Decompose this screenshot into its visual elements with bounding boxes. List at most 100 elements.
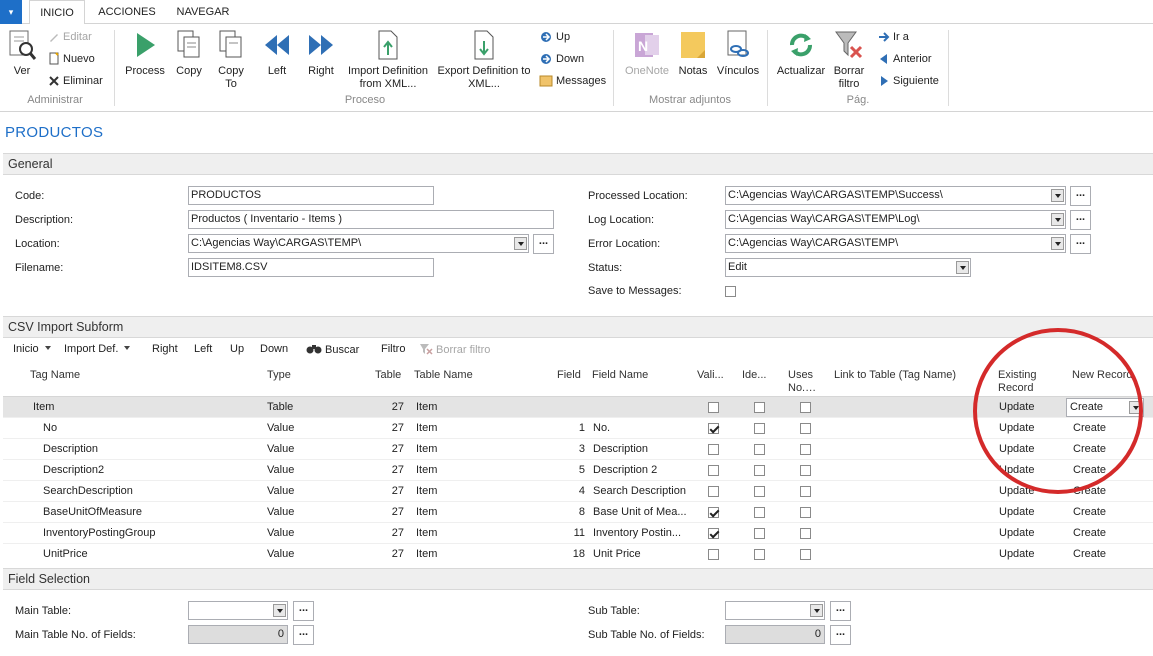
eliminar-button[interactable]: Eliminar [48,74,103,90]
vinculos-button[interactable]: Vínculos [716,29,760,78]
sub-table-nfields-lookup-button[interactable]: ... [830,625,851,645]
identify-checkbox[interactable] [754,486,765,497]
uses-no-series-checkbox[interactable] [800,528,811,539]
chevron-down-icon[interactable] [273,604,286,617]
table-name-cell[interactable]: Item [416,401,437,413]
table-no-cell[interactable]: 27 [358,464,404,476]
table-row[interactable]: InventoryPostingGroup Value 27 Item 11 Invent… [3,523,1153,544]
down-button[interactable]: Down [539,52,584,68]
subform-right-button[interactable]: Right [152,343,178,355]
col-type[interactable]: Type [267,369,291,382]
tab-navegar[interactable]: NAVEGAR [170,0,236,24]
identify-checkbox[interactable] [754,402,765,413]
subform-left-button[interactable]: Left [194,343,212,355]
field-no-cell[interactable]: 1 [543,422,585,434]
identify-checkbox[interactable] [754,465,765,476]
chevron-down-icon[interactable] [810,604,823,617]
col-uses-no[interactable]: Uses No.… [788,369,824,395]
error-location-field[interactable]: C:\Agencias Way\CARGAS\TEMP\ [725,234,1066,253]
log-location-field[interactable]: C:\Agencias Way\CARGAS\TEMP\Log\ [725,210,1066,229]
table-no-cell[interactable]: 27 [358,422,404,434]
chevron-down-icon[interactable] [1051,213,1064,226]
messages-button[interactable]: Messages [539,74,606,90]
col-identify[interactable]: Ide... [742,369,766,382]
tag-name-cell[interactable]: InventoryPostingGroup [43,527,156,539]
validate-checkbox[interactable] [708,528,719,539]
field-no-cell[interactable]: 8 [543,506,585,518]
import-definition-button[interactable]: Import Definition from XML... [344,29,432,91]
main-table-nfields-lookup-button[interactable]: ... [293,625,314,645]
type-cell[interactable]: Value [267,422,294,434]
table-no-cell[interactable]: 27 [358,401,404,413]
col-table[interactable]: Table [375,369,401,382]
field-name-cell[interactable]: Search Description [593,485,686,497]
tag-name-cell[interactable]: SearchDescription [43,485,133,497]
tag-name-cell[interactable]: Description2 [43,464,104,476]
borrar-filtro-button[interactable]: Borrar filtro [830,29,868,91]
uses-no-series-checkbox[interactable] [800,465,811,476]
validate-checkbox[interactable] [708,444,719,455]
table-no-cell[interactable]: 27 [358,485,404,497]
notas-button[interactable]: Notas [676,29,710,78]
table-name-cell[interactable]: Item [416,422,437,434]
col-tag-name[interactable]: Tag Name [30,369,80,382]
subform-filtro-button[interactable]: Filtro [381,343,405,355]
uses-no-series-checkbox[interactable] [800,423,811,434]
field-no-cell[interactable]: 11 [543,527,585,539]
left-button[interactable]: Left [258,29,296,78]
identify-checkbox[interactable] [754,549,765,560]
table-row[interactable]: BaseUnitOfMeasure Value 27 Item 8 Base Unit o… [3,502,1153,523]
location-lookup-button[interactable]: ... [533,234,554,254]
validate-checkbox[interactable] [708,486,719,497]
identify-checkbox[interactable] [754,507,765,518]
uses-no-series-checkbox[interactable] [800,444,811,455]
col-validate[interactable]: Vali... [697,369,724,382]
anterior-button[interactable]: Anterior [878,52,932,68]
type-cell[interactable]: Value [267,548,294,560]
up-button[interactable]: Up [539,30,570,46]
existing-record-cell[interactable]: Update [999,506,1034,518]
field-no-cell[interactable]: 4 [543,485,585,497]
identify-checkbox[interactable] [754,444,765,455]
new-record-cell[interactable]: Create [1073,506,1106,518]
table-name-cell[interactable]: Item [416,443,437,455]
sub-table-lookup-button[interactable]: ... [830,601,851,621]
table-name-cell[interactable]: Item [416,548,437,560]
new-record-cell[interactable]: Create [1073,548,1106,560]
editar-button[interactable]: Editar [48,30,92,46]
save-to-messages-checkbox[interactable] [725,286,736,297]
general-fasttab-header[interactable]: General [3,153,1153,175]
field-name-cell[interactable]: Unit Price [593,548,641,560]
existing-record-cell[interactable]: Update [999,527,1034,539]
subform-borrar-filtro-button[interactable]: Borrar filtro [419,343,490,356]
field-name-cell[interactable]: No. [593,422,610,434]
field-name-cell[interactable]: Base Unit of Mea... [593,506,687,518]
col-link-to-table[interactable]: Link to Table (Tag Name) [834,369,956,382]
chevron-down-icon[interactable] [514,237,527,250]
table-name-cell[interactable]: Item [416,464,437,476]
copy-button[interactable]: Copy [170,29,208,78]
table-name-cell[interactable]: Item [416,506,437,518]
subform-up-button[interactable]: Up [230,343,244,355]
type-cell[interactable]: Value [267,506,294,518]
table-name-cell[interactable]: Item [416,485,437,497]
col-table-name[interactable]: Table Name [414,369,473,382]
error-location-lookup-button[interactable]: ... [1070,234,1091,254]
description-field[interactable]: Productos ( Inventario - Items ) [188,210,554,229]
field-name-cell[interactable]: Description 2 [593,464,657,476]
right-button[interactable]: Right [302,29,340,78]
validate-checkbox[interactable] [708,507,719,518]
existing-record-cell[interactable]: Update [999,548,1034,560]
location-field[interactable]: C:\Agencias Way\CARGAS\TEMP\ [188,234,529,253]
type-cell[interactable]: Value [267,464,294,476]
subform-buscar-button[interactable]: Buscar [306,343,359,356]
code-field[interactable]: PRODUCTOS [188,186,434,205]
col-field-name[interactable]: Field Name [592,369,648,382]
tab-acciones[interactable]: ACCIONES [95,0,159,24]
table-no-cell[interactable]: 27 [358,527,404,539]
identify-checkbox[interactable] [754,423,765,434]
chevron-down-icon[interactable] [1051,237,1064,250]
onenote-button[interactable]: N OneNote [622,29,672,78]
table-name-cell[interactable]: Item [416,527,437,539]
validate-checkbox[interactable] [708,402,719,413]
